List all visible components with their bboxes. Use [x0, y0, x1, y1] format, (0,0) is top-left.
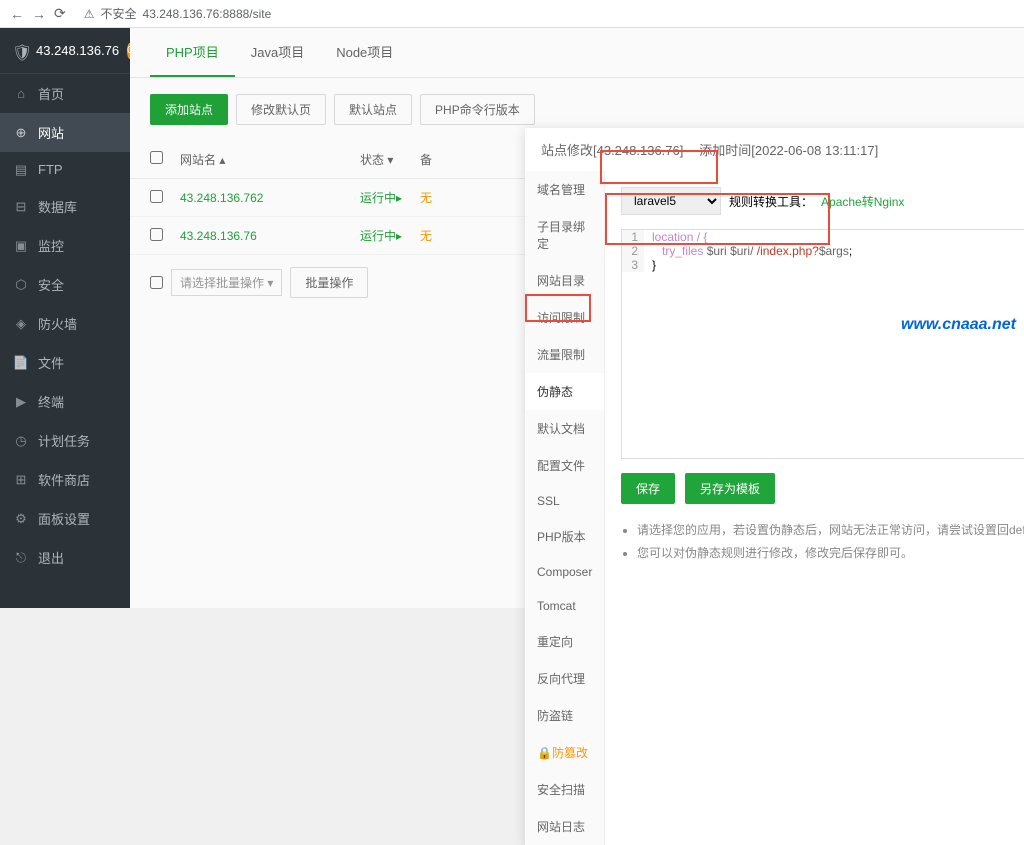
sidebar-item-files[interactable]: 📄文件 [0, 343, 130, 382]
shield-icon: ⬡ [14, 278, 28, 292]
code-editor[interactable]: 1location / { 2 try_files $uri $uri/ /in… [621, 229, 1024, 459]
app-container: 🛡 43.248.136.76 0 ⌂首页 ⊕网站 ▤FTP ⊟数据库 ▣监控 … [0, 28, 1024, 608]
modal-side-menu: 域名管理 子目录绑定 网站目录 访问限制 流量限制 伪静态 默认文档 配置文件 … [525, 171, 605, 845]
side-tamper[interactable]: 🔒防篡改 [525, 734, 604, 771]
side-tomcat[interactable]: Tomcat [525, 589, 604, 623]
site-edit-modal: ✕ 站点修改[43.248.136.76] -- 添加时间[2022-06-08… [525, 128, 1024, 845]
apache-nginx-link[interactable]: Apache转Nginx [821, 193, 904, 210]
sidebar-item-security[interactable]: ⬡安全 [0, 265, 130, 304]
sidebar-item-firewall[interactable]: ◈防火墙 [0, 304, 130, 343]
save-button[interactable]: 保存 [621, 473, 675, 504]
settings-icon: ⚙ [14, 512, 28, 526]
note-item: 您可以对伪静态规则进行修改，修改完后保存即可。 [637, 541, 1024, 564]
tool-label: 规则转换工具： [729, 193, 813, 210]
side-traffic[interactable]: 流量限制 [525, 336, 604, 373]
monitor-icon: ▣ [14, 239, 28, 253]
database-icon: ⊟ [14, 200, 28, 214]
side-php-ver[interactable]: PHP版本 [525, 518, 604, 555]
security-text: 不安全 [101, 5, 137, 22]
side-config[interactable]: 配置文件 [525, 447, 604, 484]
folder-icon: ▤ [14, 163, 28, 177]
side-default-doc[interactable]: 默认文档 [525, 410, 604, 447]
sidebar-item-website[interactable]: ⊕网站 [0, 113, 130, 152]
sidebar-item-terminal[interactable]: ▶终端 [0, 382, 130, 421]
sidebar-item-cron[interactable]: ◷计划任务 [0, 421, 130, 460]
notes: 请选择您的应用，若设置伪静态后，网站无法正常访问，请尝试设置回default 您… [621, 518, 1024, 564]
sidebar: 🛡 43.248.136.76 0 ⌂首页 ⊕网站 ▤FTP ⊟数据库 ▣监控 … [0, 28, 130, 608]
side-domain[interactable]: 域名管理 [525, 171, 604, 208]
template-row: laravel5 规则转换工具： Apache转Nginx [621, 187, 1024, 215]
side-access[interactable]: 访问限制 [525, 299, 604, 336]
home-icon: ⌂ [14, 87, 28, 101]
side-composer[interactable]: Composer [525, 555, 604, 589]
sidebar-item-home[interactable]: ⌂首页 [0, 74, 130, 113]
side-ssl[interactable]: SSL [525, 484, 604, 518]
side-webdir[interactable]: 网站目录 [525, 262, 604, 299]
side-subdir[interactable]: 子目录绑定 [525, 208, 604, 262]
sidebar-item-database[interactable]: ⊟数据库 [0, 187, 130, 226]
sidebar-item-store[interactable]: ⊞软件商店 [0, 460, 130, 499]
url-text: 43.248.136.76:8888/site [143, 7, 272, 21]
watermark: www.cnaaa.net [901, 316, 1016, 334]
grid-icon: ⊞ [14, 473, 28, 487]
sidebar-item-settings[interactable]: ⚙面板设置 [0, 499, 130, 538]
side-logs[interactable]: 网站日志 [525, 808, 604, 845]
forward-icon[interactable]: → [32, 6, 46, 22]
action-row: 保存 另存为模板 [621, 473, 1024, 504]
side-scan[interactable]: 安全扫描 [525, 771, 604, 808]
template-select[interactable]: laravel5 [621, 187, 721, 215]
modal-body: 域名管理 子目录绑定 网站目录 访问限制 流量限制 伪静态 默认文档 配置文件 … [525, 171, 1024, 845]
lock-icon: 🔒 [537, 746, 552, 760]
sidebar-item-ftp[interactable]: ▤FTP [0, 152, 130, 187]
side-rewrite[interactable]: 伪静态 [525, 373, 604, 410]
main-content: PHP项目 Java项目 Node项目 添加站点 修改默认页 默认站点 PHP命… [130, 28, 1024, 608]
firewall-icon: ◈ [14, 317, 28, 331]
server-icon: 🛡 [12, 43, 28, 59]
browser-bar: ← → ⟳ ⚠ 不安全 43.248.136.76:8888/site [0, 0, 1024, 28]
file-icon: 📄 [14, 356, 28, 370]
sidebar-item-logout[interactable]: ⎋退出 [0, 538, 130, 577]
sidebar-item-monitor[interactable]: ▣监控 [0, 226, 130, 265]
url-bar[interactable]: ⚠ 不安全 43.248.136.76:8888/site [74, 3, 1014, 24]
save-as-template-button[interactable]: 另存为模板 [685, 473, 775, 504]
reload-icon[interactable]: ⟳ [54, 5, 66, 22]
side-redirect[interactable]: 重定向 [525, 623, 604, 660]
modal-content: laravel5 规则转换工具： Apache转Nginx 1location … [605, 171, 1024, 845]
terminal-icon: ▶ [14, 395, 28, 409]
sidebar-header: 🛡 43.248.136.76 0 [0, 28, 130, 74]
side-antileech[interactable]: 防盗链 [525, 697, 604, 734]
sidebar-menu: ⌂首页 ⊕网站 ▤FTP ⊟数据库 ▣监控 ⬡安全 ◈防火墙 📄文件 ▶终端 ◷… [0, 74, 130, 608]
note-item: 请选择您的应用，若设置伪静态后，网站无法正常访问，请尝试设置回default [637, 518, 1024, 541]
warning-icon: ⚠ [84, 7, 95, 21]
modal-title: 站点修改[43.248.136.76] -- 添加时间[2022-06-08 1… [525, 128, 1024, 171]
back-icon[interactable]: ← [10, 6, 24, 22]
logout-icon: ⎋ [14, 551, 28, 565]
clock-icon: ◷ [14, 434, 28, 448]
side-proxy[interactable]: 反向代理 [525, 660, 604, 697]
globe-icon: ⊕ [14, 126, 28, 140]
server-ip: 43.248.136.76 [36, 43, 119, 58]
